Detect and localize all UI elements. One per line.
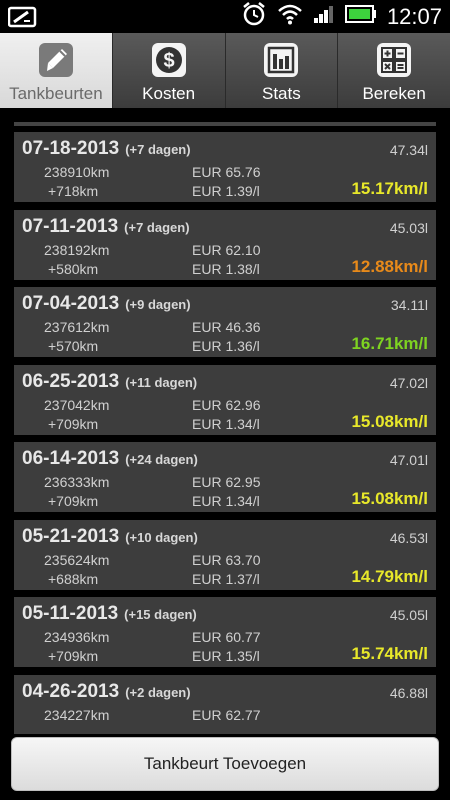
entry-odometer: 234936km xyxy=(44,629,110,645)
entry-odometer: 236333km xyxy=(44,474,110,490)
entry-efficiency: 15.17km/l xyxy=(351,179,428,198)
entry-price: EUR 1.39/l xyxy=(192,183,260,199)
entry-cost: EUR 62.95 xyxy=(192,474,261,490)
refuel-entry[interactable]: 05-11-2013 (+15 dagen) 45.05l 234936km EUR 6… xyxy=(14,597,436,667)
entry-date: 05-21-2013 (+10 dagen) xyxy=(22,526,198,547)
tab-label: Tankbeurten xyxy=(9,84,103,103)
entry-odometer: 234227km xyxy=(44,707,110,723)
refuel-list[interactable]: 07-18-2013 (+7 dagen) 47.34l 238910km EUR 65… xyxy=(0,108,450,734)
tab-label: Stats xyxy=(262,84,301,103)
entry-cost: EUR 46.36 xyxy=(192,319,261,335)
entry-odometer: 237042km xyxy=(44,397,110,413)
entry-cost: EUR 62.10 xyxy=(192,242,261,258)
entry-liters: 47.02l xyxy=(389,375,428,391)
entry-distance: +709km xyxy=(48,416,99,432)
entry-date: 06-14-2013 (+24 dagen) xyxy=(22,448,198,469)
entry-price: EUR 1.35/l xyxy=(192,648,260,664)
entry-cost: EUR 63.70 xyxy=(192,552,261,568)
refuel-entry[interactable]: 06-14-2013 (+24 dagen) 47.01l 236333km EUR 6… xyxy=(14,442,436,512)
list-divider xyxy=(14,122,436,126)
refuel-entry[interactable]: 07-18-2013 (+7 dagen) 47.34l 238910km EUR 65… xyxy=(14,132,436,202)
tab-bereken[interactable]: Bereken xyxy=(337,33,450,108)
entry-price: EUR 1.34/l xyxy=(192,416,260,432)
entry-date: 04-26-2013 (+2 dagen) xyxy=(22,681,191,702)
dollar-icon: $ xyxy=(151,42,187,78)
entry-date: 07-04-2013 (+9 dagen) xyxy=(22,293,191,314)
signal-icon xyxy=(313,4,335,29)
entry-date: 05-11-2013 (+15 dagen) xyxy=(22,603,197,624)
entry-days: (+7 dagen) xyxy=(125,142,191,157)
alarm-icon xyxy=(241,1,267,32)
entry-price: EUR 1.34/l xyxy=(192,493,260,509)
tab-label: Bereken xyxy=(362,84,426,103)
entry-distance: +718km xyxy=(48,183,99,199)
refuel-entry[interactable]: 07-11-2013 (+7 dagen) 45.03l 238192km EUR 62… xyxy=(14,210,436,280)
entry-cost: EUR 65.76 xyxy=(192,164,261,180)
tab-kosten[interactable]: $ Kosten xyxy=(111,33,225,108)
entry-days: (+2 dagen) xyxy=(125,685,191,700)
entry-efficiency: 14.79km/l xyxy=(351,567,428,586)
bar-chart-icon xyxy=(263,42,299,78)
entry-efficiency: 15.08km/l xyxy=(351,489,428,508)
entry-days: (+10 dagen) xyxy=(125,530,198,545)
entry-days: (+11 dagen) xyxy=(125,375,198,390)
entry-date: 07-18-2013 (+7 dagen) xyxy=(22,138,191,159)
entry-liters: 45.05l xyxy=(389,607,428,623)
entry-date: 06-25-2013 (+11 dagen) xyxy=(22,371,198,392)
entry-days: (+24 dagen) xyxy=(125,452,198,467)
entry-days: (+7 dagen) xyxy=(124,220,190,235)
bottom-bar: Tankbeurt Toevoegen xyxy=(0,734,450,800)
tab-stats[interactable]: Stats xyxy=(224,33,338,108)
status-bar: 12:07 xyxy=(0,0,450,33)
entry-efficiency: 15.08km/l xyxy=(351,412,428,431)
entry-cost: EUR 62.96 xyxy=(192,397,261,413)
entry-liters: 47.01l xyxy=(389,452,428,468)
battery-icon xyxy=(344,5,377,28)
entry-odometer: 235624km xyxy=(44,552,110,568)
entry-distance: +709km xyxy=(48,648,99,664)
svg-text:$: $ xyxy=(163,50,174,72)
entry-efficiency: 16.71km/l xyxy=(351,334,428,353)
entry-price: EUR 1.36/l xyxy=(192,338,260,354)
entry-odometer: 237612km xyxy=(44,319,110,335)
entry-cost: EUR 60.77 xyxy=(192,629,261,645)
entry-odometer: 238192km xyxy=(44,242,110,258)
tab-bar: Tankbeurten $ Kosten Stats Bereken xyxy=(0,33,450,108)
fuel-pump-icon xyxy=(38,42,74,78)
entry-cost: EUR 62.77 xyxy=(192,707,261,723)
entry-distance: +570km xyxy=(48,338,99,354)
entry-date: 07-11-2013 (+7 dagen) xyxy=(22,216,190,237)
clock: 12:07 xyxy=(386,3,442,29)
calculator-icon xyxy=(376,42,412,78)
entry-liters: 47.34l xyxy=(389,142,428,158)
refuel-entry[interactable]: 05-21-2013 (+10 dagen) 46.53l 235624km EUR 6… xyxy=(14,520,436,590)
entry-distance: +709km xyxy=(48,493,99,509)
entry-distance: +580km xyxy=(48,261,99,277)
wifi-icon xyxy=(277,3,303,30)
entry-efficiency: 12.88km/l xyxy=(351,257,428,276)
notification-icon xyxy=(7,6,38,33)
entry-liters: 46.88l xyxy=(389,685,428,701)
entry-distance: +688km xyxy=(48,571,99,587)
entry-price: EUR 1.37/l xyxy=(192,571,260,587)
entry-odometer: 238910km xyxy=(44,164,110,180)
tab-label: Kosten xyxy=(142,84,196,103)
entry-efficiency: 15.74km/l xyxy=(351,644,428,663)
refuel-entry[interactable]: 06-25-2013 (+11 dagen) 47.02l 237042km EUR 6… xyxy=(14,365,436,435)
refuel-entry[interactable]: 04-26-2013 (+2 dagen) 46.88l 234227km EUR 62… xyxy=(14,675,436,734)
add-refuel-button[interactable]: Tankbeurt Toevoegen xyxy=(11,737,439,791)
entry-days: (+9 dagen) xyxy=(125,297,191,312)
entry-liters: 45.03l xyxy=(389,220,428,236)
refuel-entry[interactable]: 07-04-2013 (+9 dagen) 34.11l 237612km EUR 46… xyxy=(14,287,436,357)
entry-days: (+15 dagen) xyxy=(124,607,197,622)
entry-price: EUR 1.38/l xyxy=(192,261,260,277)
tab-tankbeurten[interactable]: Tankbeurten xyxy=(0,33,112,108)
entry-liters: 34.11l xyxy=(390,297,428,313)
entry-liters: 46.53l xyxy=(389,530,428,546)
